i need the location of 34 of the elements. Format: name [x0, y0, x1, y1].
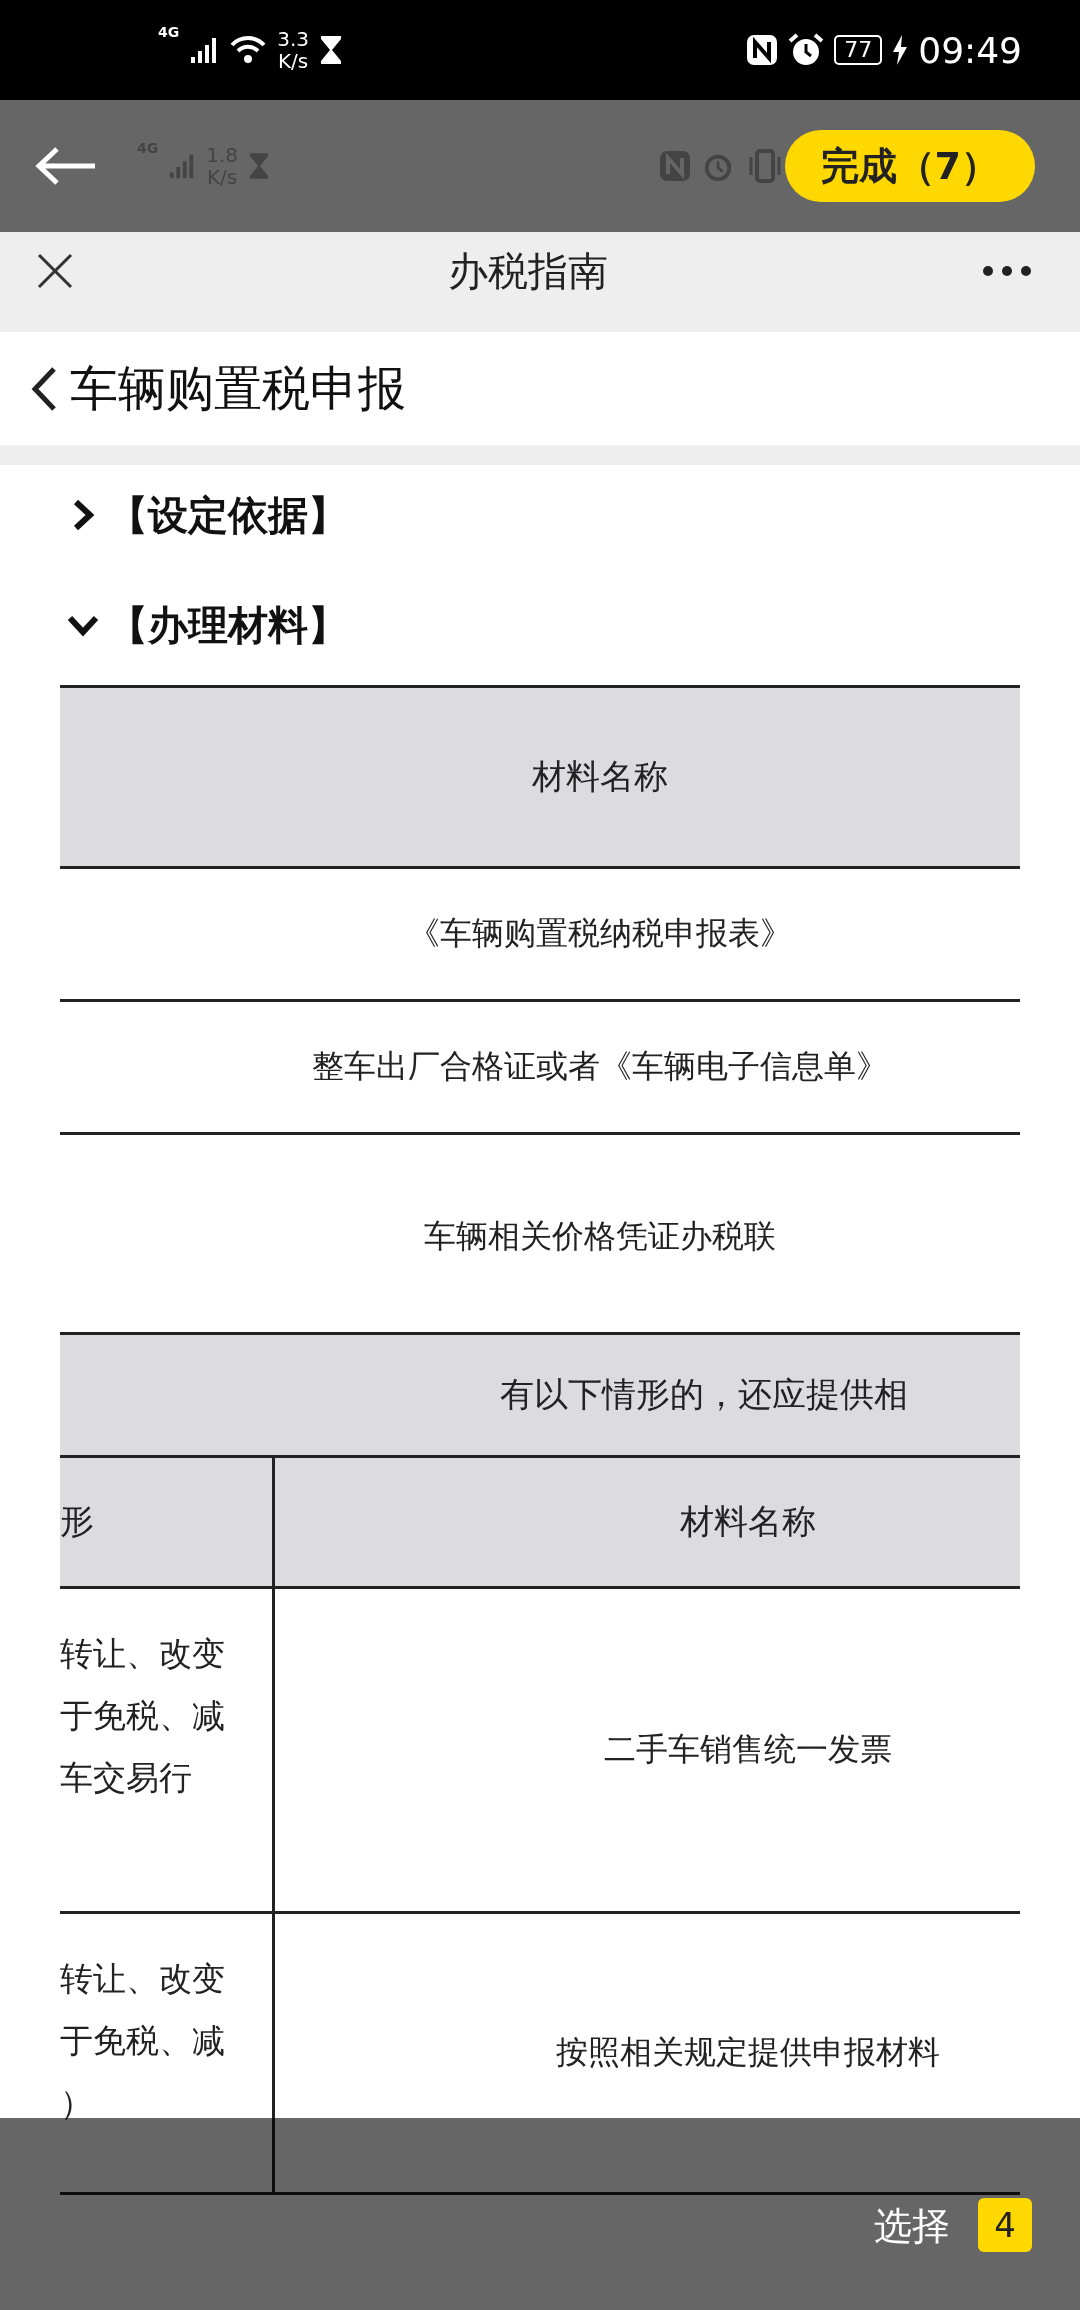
table-header-cell-text: 材料名称 — [678, 1500, 817, 1543]
hourglass-icon — [248, 151, 271, 181]
table-cell-text: 转让、改变 于免税、减 ） — [60, 1958, 226, 2124]
nfc-icon — [746, 34, 779, 66]
back-chevron-icon[interactable] — [30, 365, 58, 412]
table-cell-text: 按照相关规定提供申报材料 — [555, 2032, 940, 2073]
table-cell-text: 转让、改变 于免税、减 车交易行 — [60, 1633, 226, 1799]
clock-time: 09:49 — [918, 29, 1022, 71]
table-cell: 整车出厂合格证或者《车辆电子信息单》 — [60, 1002, 1020, 1135]
close-icon[interactable] — [36, 252, 74, 290]
table-cell: 《车辆购置税纳税申报表》 — [60, 869, 1020, 1002]
charging-icon — [892, 34, 909, 66]
section-header[interactable]: 【设定依据】 — [60, 465, 1020, 565]
battery-indicator: 77 — [834, 35, 883, 65]
page-title: 车辆购置税申报 — [70, 358, 406, 418]
table-header-cell: 形 — [60, 1458, 275, 1586]
alarm-icon — [788, 33, 825, 67]
selection-label: 选择 — [874, 2203, 950, 2250]
section-header[interactable]: 【办理材料】 — [60, 565, 1020, 685]
speed-value: 3.3 — [277, 28, 310, 50]
selection-count-badge: 4 — [978, 2198, 1032, 2252]
speed-unit: K/s — [278, 50, 309, 72]
table-cell-text: 车辆相关价格凭证办税联 — [423, 1216, 777, 1257]
table-header-cell: 材料名称 — [60, 688, 1020, 869]
hourglass-icon — [319, 34, 344, 66]
more-icon[interactable] — [982, 265, 1032, 277]
nfc-icon — [658, 150, 691, 182]
table-cell-text: 二手车销售统一发票 — [603, 1729, 892, 1770]
back-arrow-icon[interactable] — [35, 146, 97, 186]
table-header-cell: 有以下情形的，还应提供相 — [60, 1335, 1020, 1458]
wifi-icon — [229, 34, 268, 66]
done-button[interactable]: 完成（7） — [784, 130, 1035, 202]
network-label: 4G — [158, 24, 180, 40]
page-header-title: 办税指南 — [448, 246, 608, 296]
